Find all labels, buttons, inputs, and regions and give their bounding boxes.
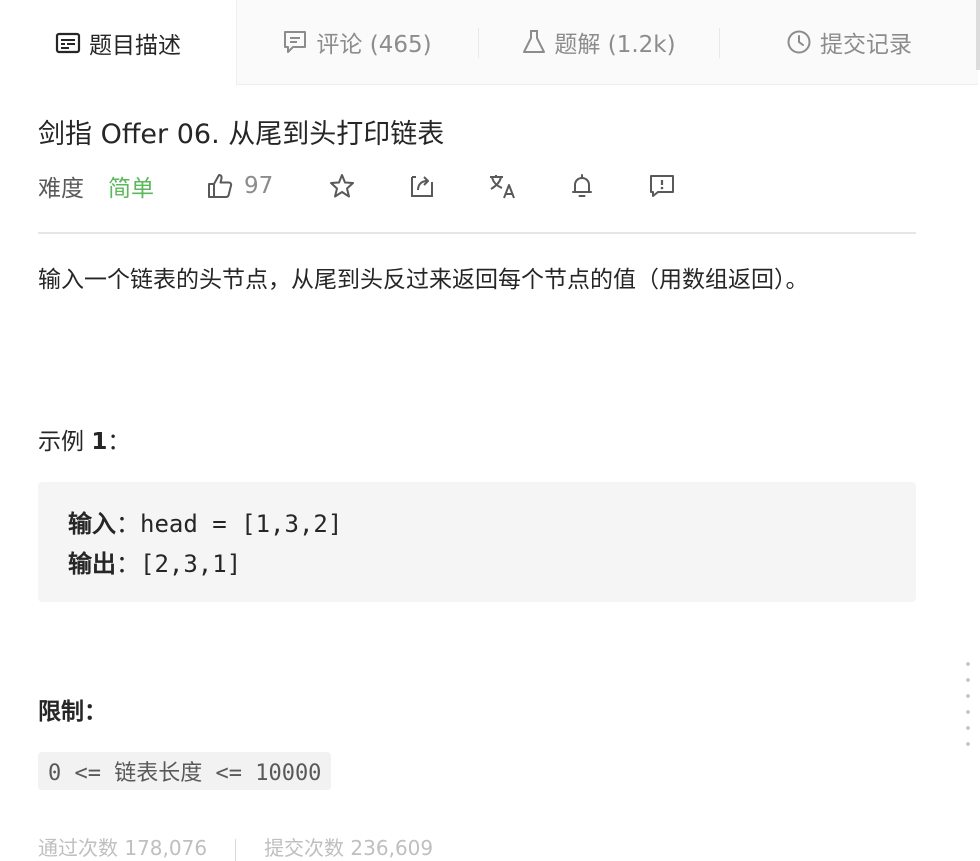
problem-description: 输入一个链表的头节点，从尾到头反过来返回每个节点的值（用数组返回）。: [38, 267, 809, 293]
share-button[interactable]: [408, 166, 436, 206]
limits-heading: 限制：: [38, 699, 107, 725]
feedback-icon: [650, 175, 674, 197]
tab-description[interactable]: 题目描述: [0, 0, 237, 85]
section-divider: [38, 232, 916, 234]
example-heading: 示例 1：: [38, 422, 130, 456]
example-code-block: 输入：head = [1,3,2] 输出：[2,3,1]: [38, 482, 916, 602]
tab-label: 提交记录: [820, 32, 912, 58]
star-icon: [330, 174, 354, 198]
tab-comments[interactable]: 评论 (465): [236, 0, 478, 84]
stats-divider: [235, 838, 237, 861]
translate-button[interactable]: [488, 166, 518, 206]
share-icon: [411, 176, 433, 197]
input-label: 输入: [68, 510, 116, 538]
like-count: 97: [244, 173, 274, 199]
input-value: ：head = [1,3,2]: [116, 510, 343, 538]
description-icon: [55, 32, 81, 53]
example-number: 1: [91, 429, 108, 455]
example-colon: ：: [107, 429, 131, 455]
example-title-text: 示例: [38, 429, 92, 455]
stats-passed: 通过次数 178,076: [38, 836, 208, 860]
difficulty-label: 难度: [38, 176, 84, 202]
problem-meta-bar: 难度 简单 97: [38, 166, 918, 206]
like-button[interactable]: 97: [206, 166, 273, 206]
output-value: ：[2,3,1]: [116, 550, 242, 578]
clock-icon: [787, 30, 811, 54]
tab-solutions[interactable]: 题解 (1.2k): [479, 0, 719, 84]
translate-icon: [490, 175, 515, 199]
example-input-line: 输入：head = [1,3,2]: [68, 504, 342, 539]
resize-handle[interactable]: [964, 662, 972, 752]
difficulty-value: 简单: [108, 176, 154, 202]
thumbs-up-icon: [208, 174, 233, 198]
feedback-button[interactable]: [648, 166, 676, 206]
example-output-line: 输出：[2,3,1]: [68, 544, 241, 579]
submission-stats: 通过次数 178,076 提交次数 236,609: [38, 832, 433, 861]
favorite-button[interactable]: [328, 166, 356, 206]
tab-label: 评论 (465): [316, 32, 432, 58]
tab-label: 题目描述: [89, 32, 181, 59]
flask-icon: [523, 30, 546, 53]
problem-title: 剑指 Offer 06. 从尾到头打印链表: [38, 119, 445, 150]
output-label: 输出: [68, 550, 116, 578]
tab-bar: 题目描述 评论 (465) 题解 (1.2k) 提交记录: [0, 0, 978, 85]
scrollbar-edge[interactable]: [976, 0, 980, 70]
notify-button[interactable]: [570, 166, 594, 206]
tab-label: 题解 (1.2k): [554, 32, 676, 58]
bell-icon: [572, 174, 592, 197]
stats-submitted: 提交次数 236,609: [264, 836, 434, 860]
limit-constraint: 0 <= 链表长度 <= 10000: [38, 752, 332, 790]
tab-submissions[interactable]: 提交记录: [720, 0, 978, 84]
comment-icon: [284, 31, 307, 53]
